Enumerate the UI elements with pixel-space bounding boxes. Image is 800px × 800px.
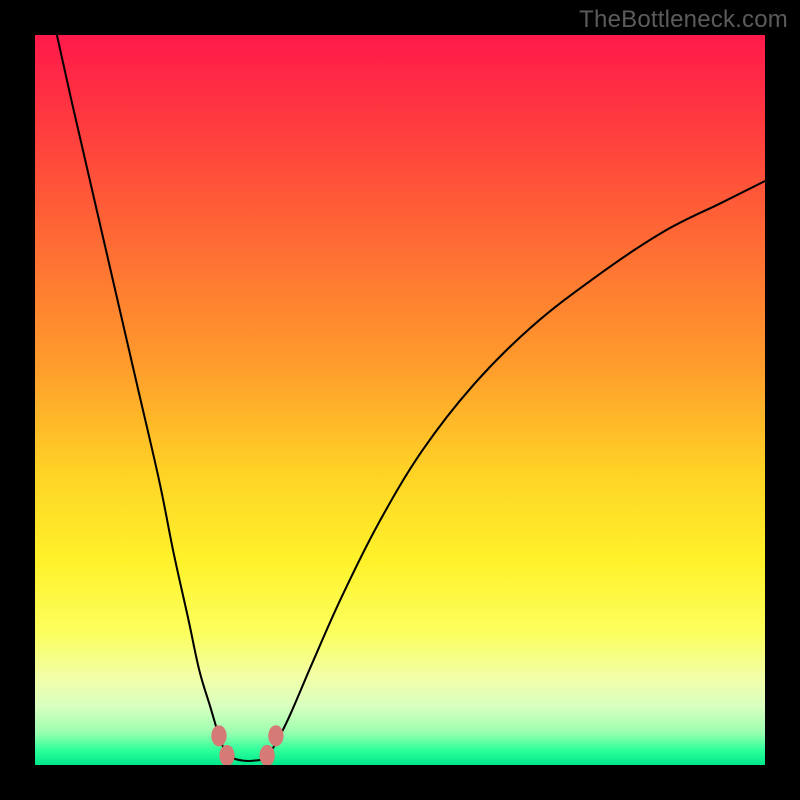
curve-layer [35,35,765,765]
watermark-text: TheBottleneck.com [579,6,788,34]
plot-area [35,35,765,765]
chart-frame: TheBottleneck.com [0,0,800,800]
valley-marker [268,725,283,746]
valley-marker [219,745,234,765]
valley-markers [211,725,283,765]
valley-marker [211,725,226,746]
bottleneck-curve [57,35,765,761]
